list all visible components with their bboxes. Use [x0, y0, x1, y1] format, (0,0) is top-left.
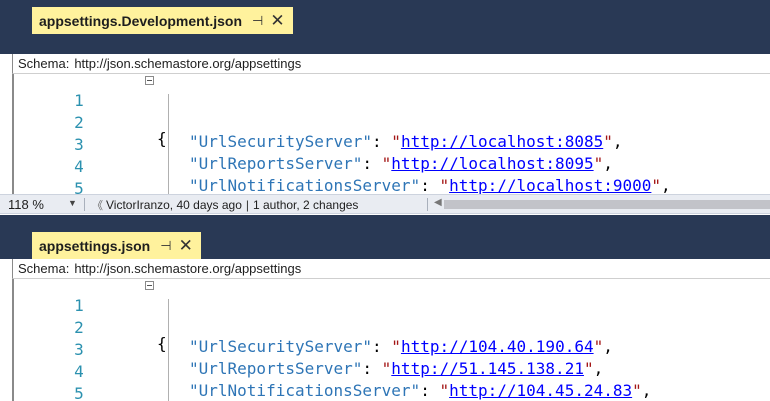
status-divider — [427, 198, 428, 211]
tab-appsettings[interactable]: appsettings.json ⊣ ✕ — [32, 232, 201, 259]
schema-bar[interactable]: Schema: http://json.schemastore.org/apps… — [12, 259, 770, 279]
schema-url[interactable]: http://json.schemastore.org/appsettings — [74, 56, 301, 71]
code-line: 3 "UrlReportsServer": "http://localhost:… — [14, 116, 770, 173]
editor-pane-production: appsettings.json ⊣ ✕ Schema: http://json… — [0, 215, 770, 401]
code-line: 5 — [14, 160, 770, 194]
tab-title: appsettings.Development.json — [39, 12, 243, 29]
line-number: 5 — [74, 179, 84, 194]
code-line: 3 "UrlReportsServer": "http://51.145.138… — [14, 321, 770, 378]
code-line: 1 { — [14, 279, 770, 353]
collapse-toggle-icon[interactable] — [145, 281, 154, 290]
collapse-toggle-icon[interactable] — [145, 76, 154, 85]
code-line: 4 "UrlNotificationsServer": "http://loca… — [14, 138, 770, 194]
history-icon: 《 — [92, 200, 103, 212]
zoom-level[interactable]: 118 % — [8, 197, 44, 212]
scroll-left-icon[interactable]: ◀ — [434, 197, 442, 208]
blame-author[interactable]: VictorIranzo, 40 days ago — [106, 198, 242, 212]
schema-label: Schema: — [18, 56, 70, 71]
pin-icon[interactable]: ⊣ — [252, 13, 263, 29]
code-line: 5 — [14, 365, 770, 401]
codelens-blame[interactable]: 《 VictorIranzo, 40 days ago | 1 author, … — [92, 197, 358, 213]
blame-summary[interactable]: 1 author, 2 changes — [253, 198, 358, 212]
code-line: 2 "UrlSecurityServer": "http://104.40.19… — [14, 299, 770, 356]
blame-separator: | — [245, 198, 249, 212]
code-line: 2 "UrlSecurityServer": "http://localhost… — [14, 94, 770, 151]
chevron-down-icon[interactable]: ▼ — [68, 198, 77, 208]
close-icon[interactable]: ✕ — [270, 12, 284, 29]
schema-url[interactable]: http://json.schemastore.org/appsettings — [74, 261, 301, 276]
document-tab-well: appsettings.Development.json ⊣ ✕ — [0, 0, 770, 54]
schema-label: Schema: — [18, 261, 70, 276]
close-icon[interactable]: ✕ — [179, 237, 193, 254]
status-divider — [84, 198, 85, 211]
editor-pane-development: appsettings.Development.json ⊣ ✕ Schema:… — [0, 0, 770, 215]
document-tab-well: appsettings.json ⊣ ✕ — [0, 215, 770, 259]
line-number: 5 — [74, 384, 84, 401]
code-line: 1 { — [14, 74, 770, 148]
tab-title: appsettings.json — [39, 237, 151, 254]
schema-bar[interactable]: Schema: http://json.schemastore.org/apps… — [12, 54, 770, 74]
code-line: 4 "UrlNotificationsServer": "http://104.… — [14, 343, 770, 400]
tab-appsettings-development[interactable]: appsettings.Development.json ⊣ ✕ — [32, 7, 293, 34]
code-editor[interactable]: 1 { 2 "UrlSecurityServer": "http://104.4… — [14, 279, 770, 401]
editor-status-bar: 118 % ▼ 《 VictorIranzo, 40 days ago | 1 … — [0, 194, 770, 214]
code-editor[interactable]: 1 { 2 "UrlSecurityServer": "http://local… — [14, 74, 770, 194]
pin-icon[interactable]: ⊣ — [160, 238, 171, 254]
horizontal-scrollbar[interactable] — [444, 200, 770, 209]
